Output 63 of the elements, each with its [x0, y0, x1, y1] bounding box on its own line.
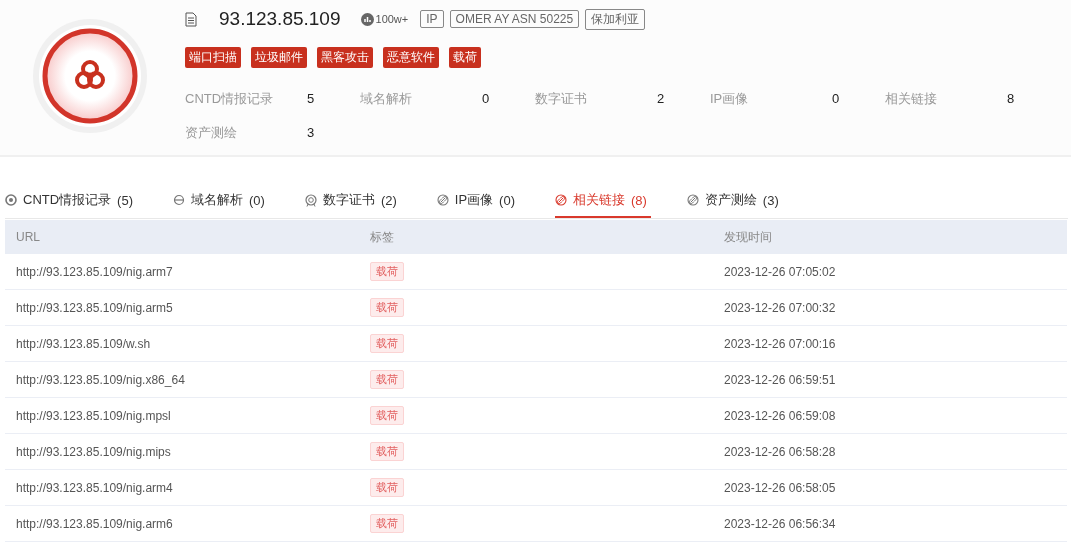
document-icon [185, 11, 197, 27]
stat-value: 0 [482, 90, 491, 108]
ip-address: 93.123.85.109 [219, 8, 341, 30]
tab[interactable]: 资产测绘 (3) [686, 184, 783, 218]
url-cell: http://93.123.85.109/nig.arm7 [5, 254, 359, 290]
heat-count: 100w+ [375, 13, 409, 25]
payload-tag: 载荷 [370, 370, 404, 389]
tab[interactable]: IP画像 (0) [436, 184, 519, 218]
badge-icon [304, 193, 317, 207]
url-cell: http://93.123.85.109/nig.arm6 [5, 505, 359, 542]
url-cell: http://93.123.85.109/nig.arm5 [5, 289, 359, 326]
stat-value: 2 [657, 90, 666, 108]
payload-tag: 载荷 [370, 298, 404, 317]
column-header: URL [5, 220, 359, 254]
tab[interactable]: 数字证书 (2) [304, 184, 401, 218]
url-cell: http://93.123.85.109/nig.arm4 [5, 469, 359, 506]
stat-label: 域名解析 [360, 90, 413, 108]
tab[interactable]: CNTD情报记录 (5) [5, 184, 137, 218]
info-badge: 保加利亚 [585, 8, 646, 30]
payload-tag: 载荷 [370, 478, 404, 497]
tab[interactable]: 相关链接 (8) [554, 184, 651, 218]
link-icon [686, 194, 699, 206]
tab[interactable]: 域名解析 (0) [173, 184, 269, 218]
link-icon [554, 194, 567, 206]
chart-icon [360, 12, 374, 26]
threat-tag: 黑客攻击 [317, 47, 373, 68]
column-header: 发现时间 [713, 220, 1067, 254]
payload-tag: 载荷 [370, 334, 404, 353]
payload-tag: 载荷 [370, 442, 404, 461]
column-header: 标签 [359, 220, 713, 254]
time-cell: 2023-12-26 06:58:05 [713, 469, 1067, 506]
globe-icon [173, 194, 185, 206]
stat-value: 5 [307, 90, 316, 108]
time-cell: 2023-12-26 06:59:08 [713, 397, 1067, 434]
time-cell: 2023-12-26 07:00:16 [713, 325, 1067, 362]
stat-label: 资产测绘 [185, 124, 238, 142]
url-cell: http://93.123.85.109/nig.mpsl [5, 397, 359, 434]
threat-tag: 载荷 [449, 47, 481, 68]
threat-tag: 端口扫描 [185, 47, 241, 68]
stat-label: IP画像 [710, 90, 750, 108]
time-cell: 2023-12-26 07:00:32 [713, 289, 1067, 326]
stat-value: 3 [307, 124, 316, 142]
info-badge: IP [420, 10, 444, 28]
time-cell: 2023-12-26 06:59:51 [713, 361, 1067, 398]
url-cell: http://93.123.85.109/nig.mips [5, 433, 359, 470]
time-cell: 2023-12-26 07:05:02 [713, 254, 1067, 290]
time-cell: 2023-12-26 06:56:34 [713, 505, 1067, 542]
stat-label: 相关链接 [885, 90, 938, 108]
url-cell: http://93.123.85.109/nig.x86_64 [5, 361, 359, 398]
stat-label: 数字证书 [535, 90, 588, 108]
stat-value: 8 [1007, 90, 1016, 108]
payload-tag: 载荷 [370, 514, 404, 533]
radar-icon [5, 194, 17, 206]
stat-value: 0 [832, 90, 841, 108]
link-icon [436, 194, 449, 206]
threat-tag: 恶意软件 [383, 47, 439, 68]
url-cell: http://93.123.85.109/w.sh [5, 325, 359, 362]
payload-tag: 载荷 [370, 262, 404, 281]
info-badge: OMER AY ASN 50225 [449, 10, 580, 28]
threat-tag: 垃圾邮件 [251, 47, 307, 68]
time-cell: 2023-12-26 06:58:28 [713, 433, 1067, 470]
payload-tag: 载荷 [370, 406, 404, 425]
stat-label: CNTD情报记录 [185, 90, 275, 108]
